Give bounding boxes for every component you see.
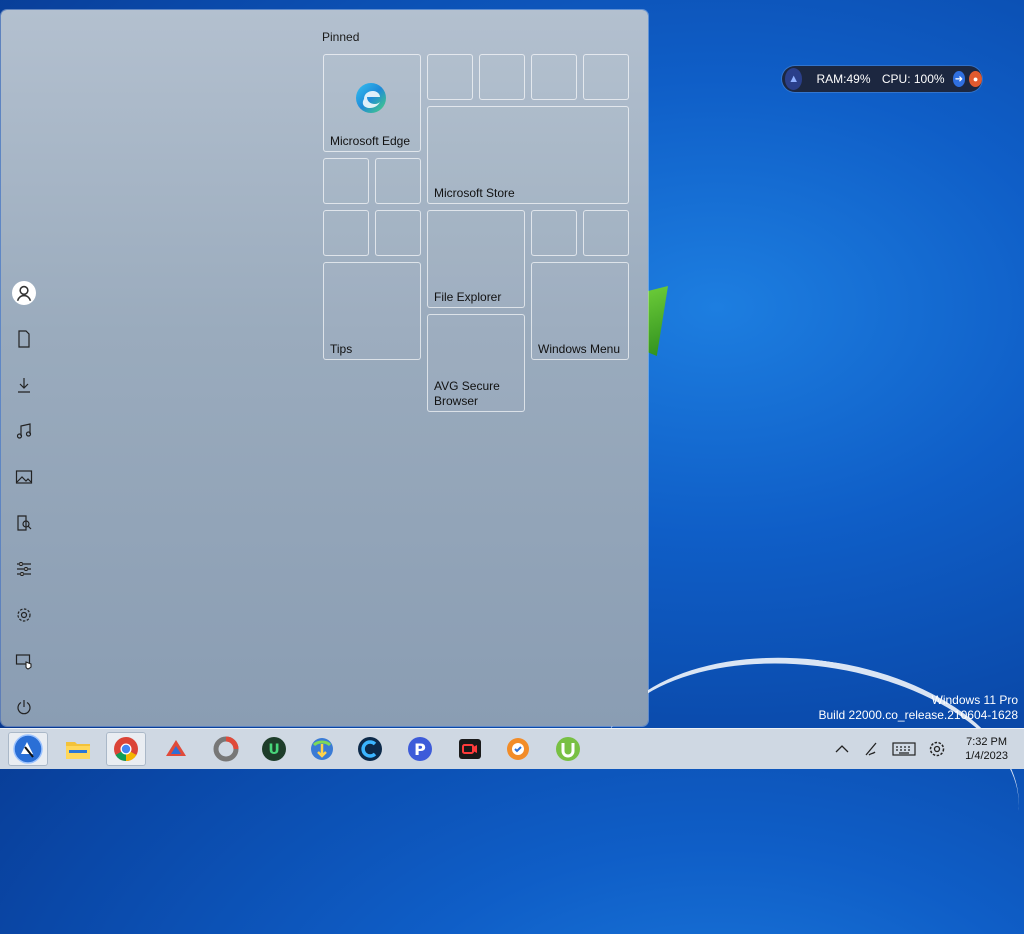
network-icon: [15, 654, 32, 670]
pen-menu-button[interactable]: [860, 732, 884, 766]
rail-user[interactable]: [9, 278, 39, 308]
start-button[interactable]: [8, 732, 48, 766]
bell-icon[interactable]: ●: [969, 71, 982, 87]
clock-time: 7:32 PM: [966, 736, 1008, 748]
tile-label: Windows Menu: [538, 342, 621, 356]
p-app-icon: P: [408, 737, 432, 761]
settings-icon: [17, 608, 31, 622]
taskbar-app-circle[interactable]: [206, 732, 246, 766]
secure-browser-icon: [507, 738, 529, 760]
keyboard-icon: [892, 742, 916, 756]
pinned-heading: Pinned: [322, 30, 360, 44]
downloads-icon: [18, 378, 30, 393]
tile-label: AVG Secure Browser: [434, 379, 500, 408]
rail-music[interactable]: [9, 416, 39, 446]
tray-settings-button[interactable]: [925, 732, 949, 766]
taskbar-uget[interactable]: U: [254, 732, 294, 766]
tile-empty[interactable]: [427, 54, 473, 100]
documents-icon: [18, 330, 30, 348]
rail-videos[interactable]: [9, 508, 39, 538]
touch-keyboard-button[interactable]: [890, 732, 918, 766]
tile-microsoft-store[interactable]: Microsoft Store: [427, 106, 629, 204]
tile-empty[interactable]: [583, 210, 629, 256]
taskbar-screen-recorder[interactable]: [450, 732, 490, 766]
windows-watermark: Windows 11 Pro Build 22000.co_release.21…: [819, 693, 1019, 723]
uget-icon: U: [262, 737, 286, 761]
tile-empty[interactable]: [375, 158, 421, 204]
watermark-edition: Windows 11 Pro: [931, 693, 1018, 707]
pen-icon: [865, 742, 877, 756]
tile-empty[interactable]: [323, 210, 369, 256]
rail-personalization[interactable]: [9, 554, 39, 584]
tile-empty[interactable]: [375, 210, 421, 256]
taskbar: U P 7:32 PM 1/4/2023: [0, 728, 1024, 769]
tile-empty[interactable]: [531, 210, 577, 256]
system-monitor-widget[interactable]: ▲ RAM:49% CPU: 100% ➜ ●: [782, 66, 982, 92]
ccleaner-c-icon: [358, 737, 382, 761]
tile-tips[interactable]: Tips: [323, 262, 421, 360]
rocket-icon[interactable]: ▲: [785, 68, 803, 90]
arrow-right-icon[interactable]: ➜: [952, 71, 966, 87]
chevron-up-icon: [835, 745, 849, 753]
tile-empty[interactable]: [583, 54, 629, 100]
power-icon: [17, 700, 31, 715]
user-icon: [12, 281, 36, 305]
start-orb-icon: [13, 734, 43, 764]
rail-network[interactable]: [9, 646, 39, 676]
idm-icon: [311, 738, 333, 760]
start-menu: Pinned Microsoft Edge Microsoft Store Fi…: [1, 10, 648, 726]
app-circle-icon: [213, 736, 239, 762]
tile-avg-secure-browser[interactable]: AVG Secure Browser: [427, 314, 525, 412]
clock-date: 1/4/2023: [965, 750, 1008, 762]
taskbar-secure-browser[interactable]: [498, 732, 538, 766]
wallpaper-swirl: [584, 631, 1024, 934]
tile-empty[interactable]: [531, 54, 577, 100]
taskbar-file-explorer[interactable]: [58, 732, 98, 766]
tile-label: Microsoft Edge: [330, 134, 411, 148]
ram-usage: RAM:49%: [816, 72, 871, 86]
utorrent-icon: [556, 737, 580, 761]
tile-label: Microsoft Store: [434, 186, 515, 200]
music-icon: [16, 423, 32, 439]
chrome-icon: [114, 737, 138, 761]
tile-empty[interactable]: [479, 54, 525, 100]
tile-windows-menu[interactable]: Windows Menu: [531, 262, 629, 360]
personalization-icon: [17, 562, 31, 576]
tile-label: Tips: [330, 342, 353, 356]
rail-power[interactable]: [9, 692, 39, 722]
rail-pictures[interactable]: [9, 462, 39, 492]
cpu-usage: CPU: 100%: [881, 72, 945, 86]
rail-documents[interactable]: [9, 324, 39, 354]
taskbar-p-app[interactable]: P: [400, 732, 440, 766]
show-hidden-icons-button[interactable]: [830, 732, 854, 766]
file-explorer-icon: [66, 742, 90, 759]
tile-microsoft-edge[interactable]: Microsoft Edge: [323, 54, 421, 152]
clock[interactable]: 7:32 PM 1/4/2023: [965, 735, 1008, 763]
ccleaner-icon: [166, 740, 186, 756]
pictures-icon: [15, 470, 33, 484]
tile-empty[interactable]: [323, 158, 369, 204]
tile-file-explorer[interactable]: File Explorer: [427, 210, 525, 308]
watermark-build: Build 22000.co_release.210604-1628: [818, 708, 1019, 722]
taskbar-utorrent[interactable]: [548, 732, 588, 766]
edge-icon: [354, 81, 388, 120]
rail-downloads[interactable]: [9, 370, 39, 400]
taskbar-ccleaner-c[interactable]: [350, 732, 390, 766]
videos-icon: [17, 515, 32, 531]
tile-label: File Explorer: [434, 290, 502, 304]
screen-recorder-icon: [459, 739, 481, 759]
svg-text:P: P: [414, 740, 426, 759]
taskbar-ccleaner[interactable]: [156, 732, 196, 766]
taskbar-chrome[interactable]: [106, 732, 146, 766]
svg-text:U: U: [268, 742, 279, 758]
rail-settings[interactable]: [9, 600, 39, 630]
taskbar-idm[interactable]: [302, 732, 342, 766]
gear-icon: [929, 741, 945, 757]
